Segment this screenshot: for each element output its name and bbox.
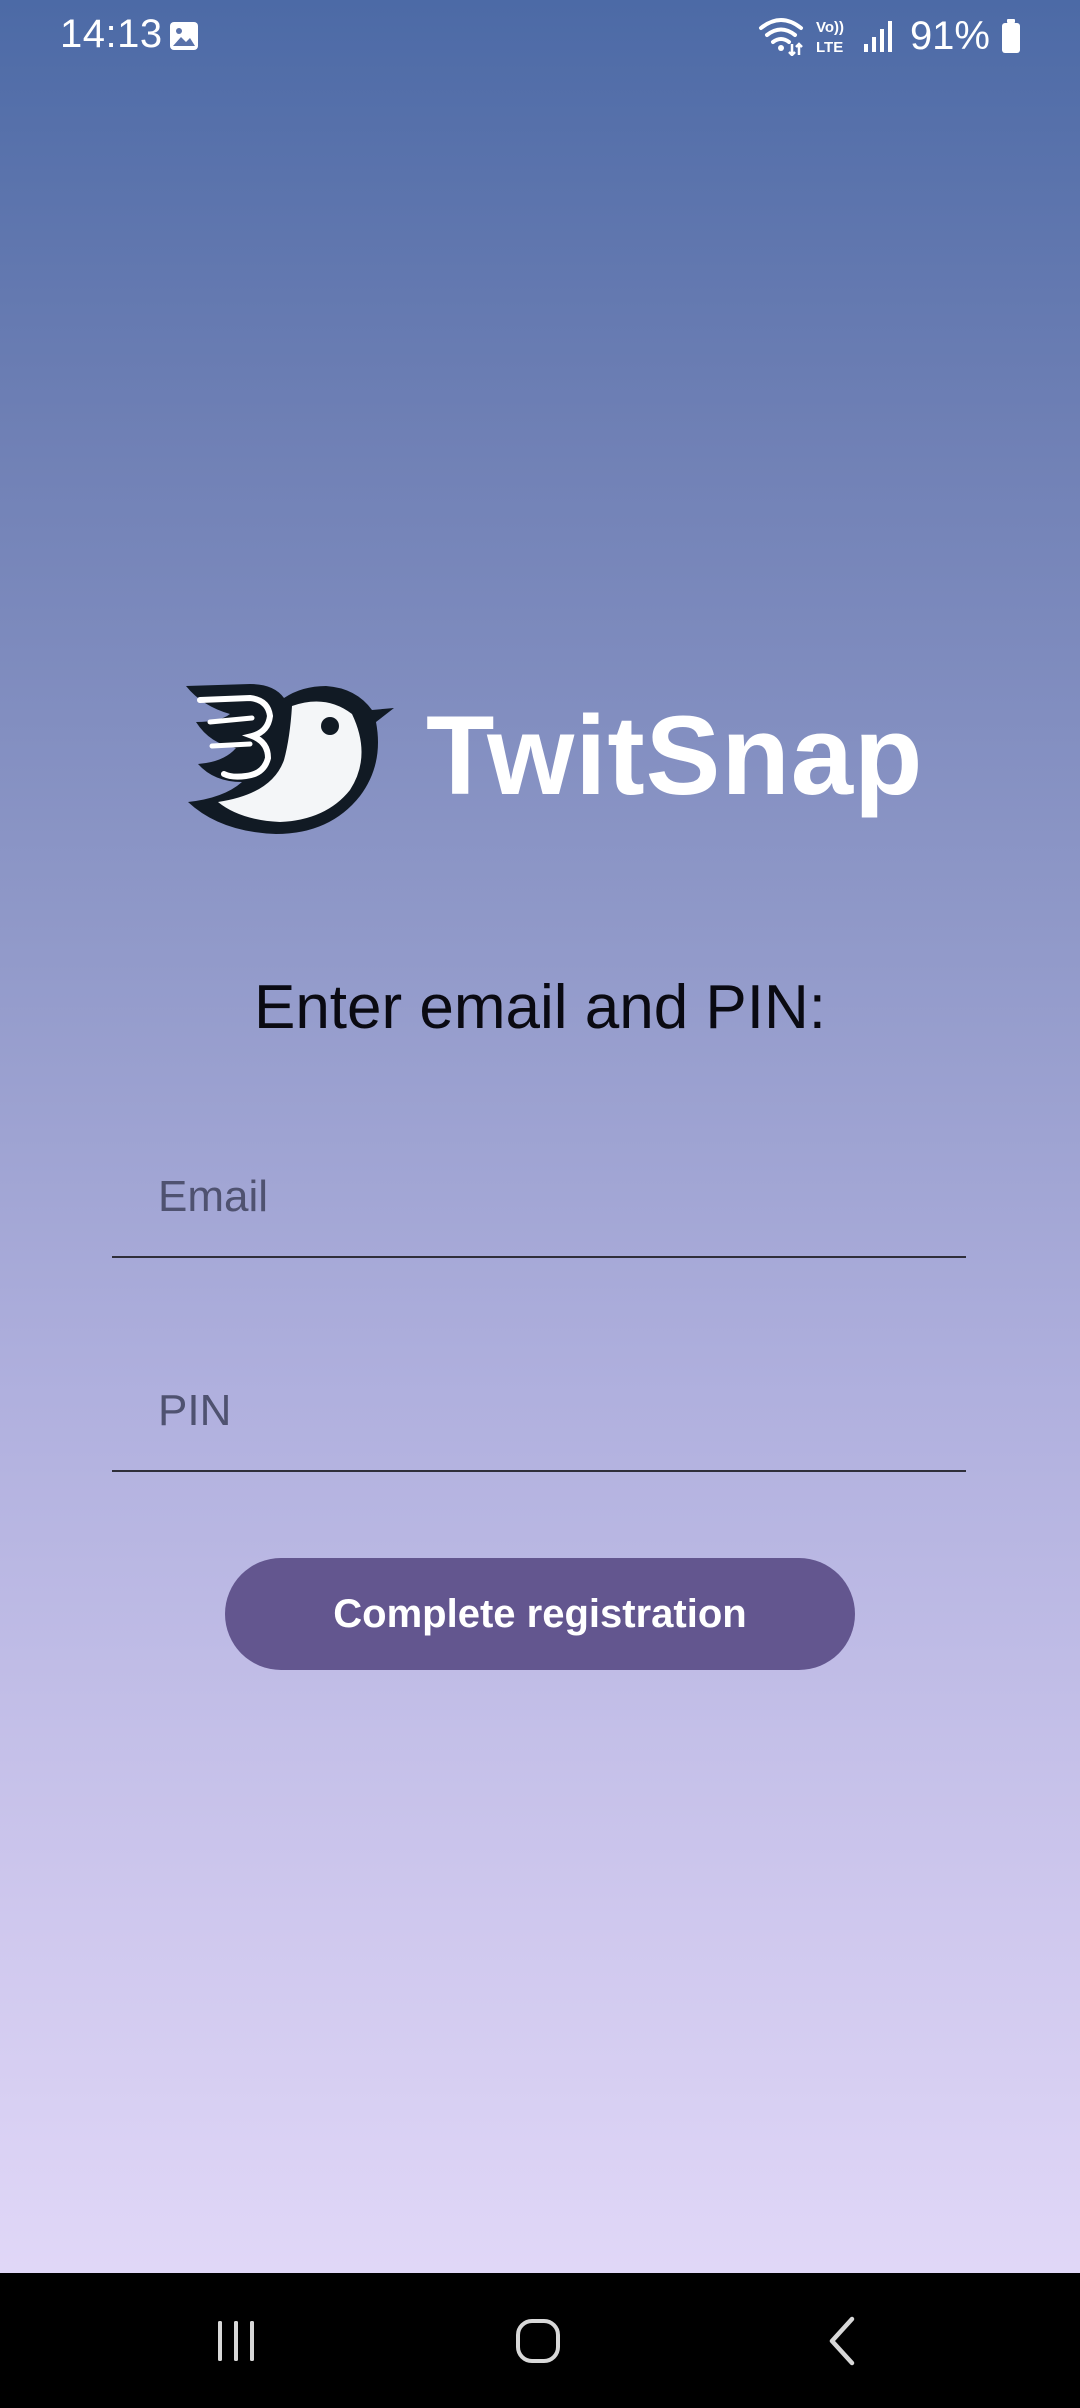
home-icon <box>516 2318 560 2363</box>
volte-icon: Vo)) LTE <box>816 19 844 56</box>
bird-logo-icon <box>186 684 394 834</box>
battery-icon <box>1002 19 1020 53</box>
wifi-icon <box>758 18 803 56</box>
status-bar: 14:13 Vo)) LTE 91% <box>0 0 1080 72</box>
complete-registration-button[interactable]: Complete registration <box>225 1558 855 1670</box>
signal-icon <box>863 21 892 52</box>
app-title: TwitSnap <box>426 693 924 818</box>
recents-button[interactable] <box>156 2273 316 2408</box>
battery-percent: 91% <box>909 13 990 58</box>
home-button[interactable] <box>458 2273 618 2408</box>
back-button[interactable] <box>762 2273 922 2408</box>
status-right-group: Vo)) LTE 91% <box>758 14 1022 58</box>
navigation-bar <box>0 2273 1080 2408</box>
app-logo: TwitSnap <box>180 678 924 838</box>
gallery-icon <box>170 22 198 50</box>
status-time: 14:13 <box>60 12 163 56</box>
form-prompt: Enter email and PIN: <box>253 973 827 1042</box>
svg-text:LTE: LTE <box>816 39 843 56</box>
pin-field[interactable] <box>112 1352 966 1472</box>
back-icon <box>829 2316 855 2365</box>
email-field[interactable] <box>112 1138 966 1258</box>
recents-icon <box>218 2320 254 2361</box>
svg-text:Vo)): Vo)) <box>816 19 844 36</box>
